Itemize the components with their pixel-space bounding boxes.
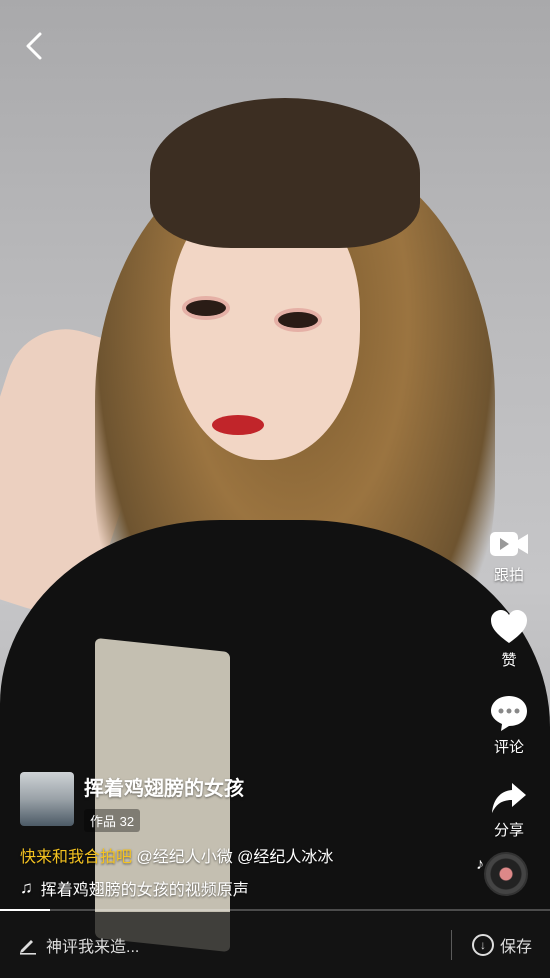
- video-camera-icon: [490, 532, 528, 556]
- person-hair-top: [150, 98, 420, 248]
- video-description: 快来和我合拍吧 @经纪人小微 @经纪人冰冰: [20, 843, 333, 867]
- comment-input[interactable]: 神评我来造...: [18, 933, 451, 957]
- action-rail: 跟拍 赞 评论 分享: [476, 528, 542, 864]
- download-icon: ↓: [471, 934, 494, 956]
- back-button[interactable]: [18, 28, 52, 64]
- description-highlight[interactable]: 快来和我合拍吧: [20, 849, 132, 866]
- duet-label: 跟拍: [493, 567, 524, 584]
- save-button[interactable]: ↓ 保存: [471, 933, 532, 957]
- save-label: 保存: [499, 939, 532, 956]
- share-button[interactable]: 分享: [490, 781, 528, 840]
- music-line[interactable]: ♫ 挥着鸡翅膀的女孩的视频原声: [20, 876, 249, 900]
- speech-bubble-icon: [491, 696, 527, 731]
- video-progress-bar[interactable]: [0, 909, 550, 911]
- author-block: 挥着鸡翅膀的女孩 作品 32: [20, 772, 244, 832]
- works-badge[interactable]: 作品 32: [84, 809, 141, 832]
- music-title: 挥着鸡翅膀的女孩的视频原声: [40, 882, 249, 899]
- author-avatar[interactable]: [20, 772, 74, 826]
- person-eye-right: [278, 312, 318, 328]
- bottom-bar: 神评我来造... ↓ 保存: [0, 912, 550, 978]
- person-lips: [212, 415, 264, 435]
- share-arrow-icon: [492, 783, 526, 813]
- comment-button[interactable]: 评论: [489, 694, 529, 757]
- person-eye-left: [186, 300, 226, 316]
- like-button[interactable]: 赞: [489, 609, 529, 670]
- floating-notes-icon: ♪: [476, 856, 484, 873]
- duet-button[interactable]: 跟拍: [488, 528, 530, 585]
- description-mentions[interactable]: @经纪人小微 @经纪人冰冰: [132, 849, 333, 866]
- like-label: 赞: [501, 652, 517, 669]
- comment-label: 评论: [493, 739, 524, 756]
- comment-placeholder: 神评我来造...: [46, 939, 140, 956]
- video-progress-fill: [0, 909, 50, 911]
- music-disc-button[interactable]: [484, 852, 528, 896]
- heart-icon: [491, 610, 527, 643]
- music-note-icon: ♫: [20, 878, 33, 897]
- share-label: 分享: [493, 822, 524, 839]
- author-title[interactable]: 挥着鸡翅膀的女孩: [84, 772, 244, 801]
- chevron-left-icon: [26, 32, 42, 60]
- pencil-icon: [20, 940, 36, 955]
- divider: [450, 930, 452, 960]
